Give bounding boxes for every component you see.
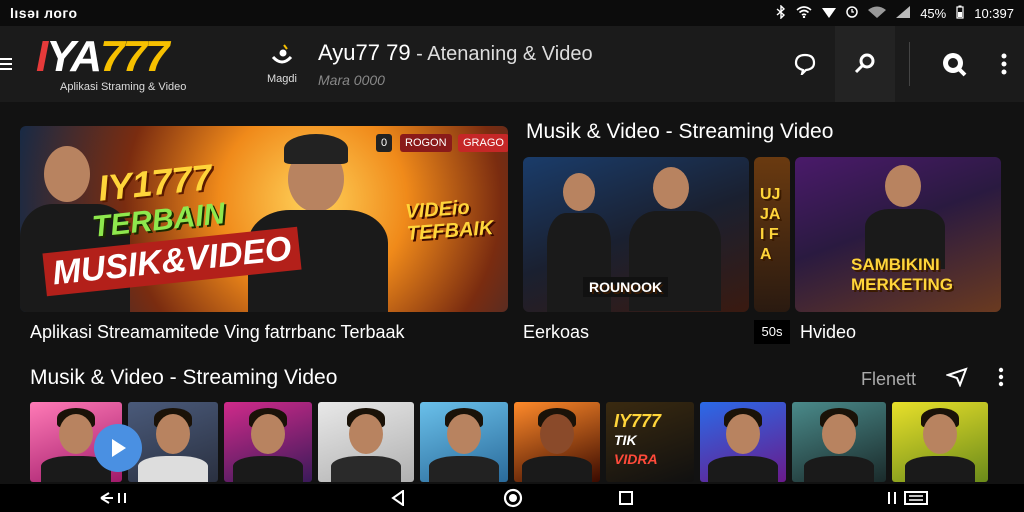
battery-icon [956, 5, 964, 22]
card-label: SAMBIKINI MERKETING [851, 255, 953, 294]
person-image [865, 165, 945, 269]
video-thumbnail[interactable] [128, 402, 218, 482]
section-actions: Flenett [861, 367, 1004, 392]
signal-icon [868, 6, 887, 21]
video-thumbnail[interactable] [318, 402, 414, 482]
play-icon [112, 439, 126, 457]
logo-block: IYA777 Aplikasi Straming & Video [36, 35, 236, 94]
video-thumbnail[interactable] [224, 402, 312, 482]
thumbnail-row: IY777 TIK VIDRA [30, 402, 994, 482]
more-vertical-icon [1001, 53, 1007, 75]
video-thumbnail[interactable] [700, 402, 786, 482]
pin-icon[interactable] [944, 367, 968, 392]
bluetooth-icon [776, 3, 786, 22]
more-vertical-icon[interactable] [998, 367, 1004, 392]
section-title: Musik & Video - Streaming Video [30, 366, 338, 389]
menu-icon[interactable] [0, 58, 22, 70]
card-label: UJ JAI FA [760, 186, 781, 263]
brand-block[interactable]: Magdi [256, 43, 308, 85]
card-caption[interactable]: Hvideo [800, 322, 856, 343]
thumb-label: IY777 TIK VIDRA [614, 411, 662, 467]
search-icon [854, 53, 875, 74]
hero-badge: 0 [376, 134, 393, 152]
battery-percent: 45% [920, 5, 947, 21]
wifi-icon [796, 5, 812, 21]
video-thumbnail[interactable] [892, 402, 988, 482]
status-carrier: lısəı лого [10, 5, 78, 21]
system-nav-bar [0, 484, 1024, 512]
app-logo[interactable]: IYA777 [36, 35, 236, 79]
video-thumbnail[interactable]: IY777 TIK VIDRA [606, 402, 694, 482]
video-card[interactable]: UJ JAI FA [754, 157, 790, 312]
person-image [240, 132, 390, 312]
alarm-icon [846, 5, 858, 22]
logo-subtitle: Aplikasi Straming & Video [60, 81, 187, 93]
section-title: Musik & Video - Streaming Video [526, 120, 834, 143]
video-card[interactable]: SAMBIKINI MERKETING [795, 157, 1001, 312]
search-icon [943, 53, 967, 77]
video-thumbnail[interactable] [420, 402, 508, 482]
wifi-icon [822, 6, 837, 21]
app-bar-actions [775, 26, 1024, 102]
menu-icon[interactable] [884, 488, 930, 508]
app-bar: IYA777 Aplikasi Straming & Video Magdi A… [0, 26, 1024, 102]
page-subtitle: Mara 0000 [318, 72, 385, 88]
status-bar: lısəı лого 45% 10:397 [0, 0, 1024, 26]
title-block: Ayu77 79 - Atenaning & Video Mara 0000 [318, 40, 678, 88]
video-card[interactable]: ROUNOOK [523, 157, 749, 312]
search-button[interactable] [835, 26, 895, 102]
clock: 10:397 [974, 5, 1014, 21]
hero-headline: VIDEio TEFBAIK [404, 196, 495, 245]
page-title: Ayu77 79 - Atenaning & Video [318, 40, 593, 65]
brand-label: Magdi [267, 73, 297, 85]
filter-button[interactable]: Flenett [861, 369, 916, 390]
video-thumbnail[interactable] [514, 402, 600, 482]
search-panel [835, 26, 895, 102]
duration-badge: 50s [754, 320, 790, 344]
video-thumbnail[interactable] [792, 402, 886, 482]
hero-caption[interactable]: Aplikasi Streamamitede Ving fatrrbanc Te… [30, 322, 405, 343]
play-button[interactable] [94, 424, 142, 472]
card-label: ROUNOOK [583, 277, 669, 297]
home-icon[interactable] [502, 488, 524, 508]
card-caption[interactable]: Eerkoas [523, 322, 589, 343]
divider [909, 42, 910, 86]
music-note-icon [269, 43, 295, 69]
hero-banner[interactable]: 0 ROGON GRAGO IY1777 TERBAIN MUSIK&VIDEO… [20, 126, 508, 312]
chat-button[interactable] [775, 26, 835, 102]
cellular-icon [896, 5, 911, 21]
more-options-button[interactable] [984, 26, 1024, 102]
search-zoom-button[interactable] [924, 26, 984, 102]
hero-badge: ROGON [400, 134, 452, 152]
back-icon[interactable] [388, 488, 408, 508]
recents-icon[interactable] [616, 488, 636, 508]
chat-icon [794, 53, 816, 75]
back-gesture-icon[interactable] [96, 488, 132, 508]
hero-badge: GRAGO [458, 134, 508, 152]
